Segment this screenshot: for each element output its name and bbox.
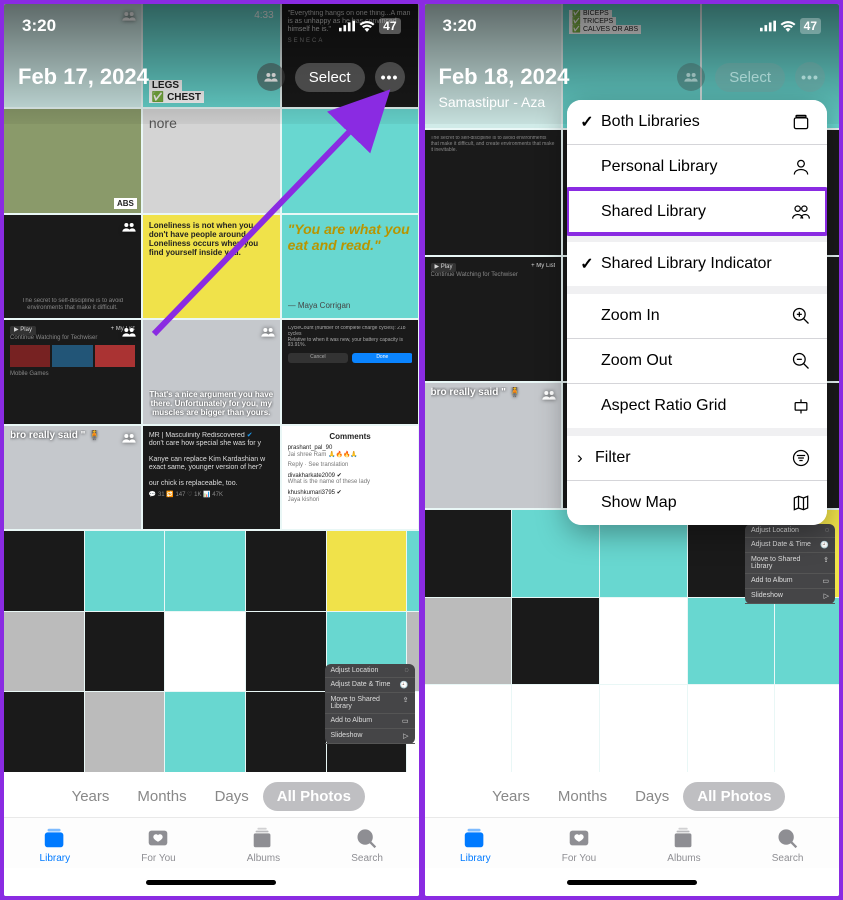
segment-all-photos[interactable]: All Photos: [683, 782, 785, 811]
segment-all-photos[interactable]: All Photos: [263, 782, 365, 811]
photo-grid[interactable]: LEGS✅ CHEST4:33 "Everything hangs on one…: [4, 4, 419, 772]
menu-zoom-in[interactable]: Zoom In: [567, 294, 827, 338]
tab-bar: Library For You Albums Search: [425, 817, 840, 868]
zoom-in-icon: [791, 306, 811, 326]
status-bar: 3:20 47: [4, 4, 419, 48]
status-time: 3:20: [443, 16, 477, 36]
filter-icon: [791, 448, 811, 468]
segment-control: Years Months Days All Photos: [4, 772, 419, 817]
battery-level: 47: [800, 18, 821, 34]
select-button[interactable]: Select: [715, 63, 785, 92]
segment-days[interactable]: Days: [201, 782, 263, 811]
people-icon: [791, 202, 811, 222]
menu-both-libraries[interactable]: ✓ Both Libraries: [567, 100, 827, 144]
search-icon: [775, 826, 801, 850]
segment-control: Years Months Days All Photos: [425, 772, 840, 817]
segment-days[interactable]: Days: [621, 782, 683, 811]
status-time: 3:20: [22, 16, 56, 36]
menu-shared-indicator-toggle[interactable]: ✓ Shared Library Indicator: [567, 242, 827, 286]
tab-library[interactable]: Library: [460, 826, 491, 864]
context-mini-menu[interactable]: Adjust Location◌ Adjust Date & Time🕘 Mov…: [745, 524, 835, 604]
more-button[interactable]: •••: [375, 62, 405, 92]
menu-aspect-ratio-grid[interactable]: Aspect Ratio Grid: [567, 383, 827, 428]
context-mini-menu[interactable]: Adjust Location◌ Adjust Date & Time🕘 Mov…: [325, 664, 415, 744]
segment-months[interactable]: Months: [123, 782, 200, 811]
tab-bar: Library For You Albums Search: [4, 817, 419, 868]
albums-icon: [671, 826, 697, 850]
library-icon: [462, 826, 488, 850]
for-you-icon: [145, 826, 171, 850]
tab-albums[interactable]: Albums: [667, 826, 700, 864]
library-header: Feb 17, 2024 Select •••: [4, 62, 419, 92]
tab-search[interactable]: Search: [772, 826, 804, 864]
shared-library-indicator-icon[interactable]: [677, 63, 705, 91]
status-bar: 3:20 47: [425, 4, 840, 48]
header-date: Feb 18, 2024: [439, 64, 570, 90]
segment-months[interactable]: Months: [544, 782, 621, 811]
checkmark-icon: ✓: [577, 254, 597, 274]
map-icon: [791, 493, 811, 513]
tab-for-you[interactable]: For You: [562, 826, 596, 864]
tab-search[interactable]: Search: [351, 826, 383, 864]
menu-zoom-out[interactable]: Zoom Out: [567, 338, 827, 383]
library-options-menu: ✓ Both Libraries Personal Library Shared…: [567, 100, 827, 525]
albums-icon: [250, 826, 276, 850]
library-header: Feb 18, 2024 Select •••: [425, 62, 840, 92]
header-location: Samastipur - Aza: [439, 94, 546, 110]
home-indicator[interactable]: [425, 868, 840, 896]
screenshot-right: 3:20 47 Feb 18, 2024 Select ••• Samastip…: [425, 4, 840, 896]
menu-show-map[interactable]: Show Map: [567, 480, 827, 525]
checkmark-icon: ✓: [577, 112, 597, 132]
search-icon: [354, 826, 380, 850]
screenshot-left: 3:20 47 Feb 17, 2024 Select •••: [4, 4, 419, 896]
chevron-right-icon: ›: [577, 448, 591, 468]
for-you-icon: [566, 826, 592, 850]
photo-stack-icon: [791, 112, 811, 132]
tab-for-you[interactable]: For You: [141, 826, 175, 864]
menu-shared-library[interactable]: Shared Library: [567, 189, 827, 234]
segment-years[interactable]: Years: [58, 782, 124, 811]
menu-filter[interactable]: › Filter: [567, 436, 827, 480]
wifi-icon: [359, 20, 375, 32]
library-icon: [42, 826, 68, 850]
wifi-icon: [780, 20, 796, 32]
aspect-grid-icon: [791, 396, 811, 416]
battery-level: 47: [379, 18, 400, 34]
menu-personal-library[interactable]: Personal Library: [567, 144, 827, 189]
signal-icon: [339, 20, 355, 32]
header-date: Feb 17, 2024: [18, 64, 149, 90]
select-button[interactable]: Select: [295, 63, 365, 92]
more-button[interactable]: •••: [795, 62, 825, 92]
segment-years[interactable]: Years: [478, 782, 544, 811]
tab-library[interactable]: Library: [40, 826, 71, 864]
tab-albums[interactable]: Albums: [247, 826, 280, 864]
shared-library-indicator-icon[interactable]: [257, 63, 285, 91]
zoom-out-icon: [791, 351, 811, 371]
signal-icon: [760, 20, 776, 32]
home-indicator[interactable]: [4, 868, 419, 896]
person-icon: [791, 157, 811, 177]
